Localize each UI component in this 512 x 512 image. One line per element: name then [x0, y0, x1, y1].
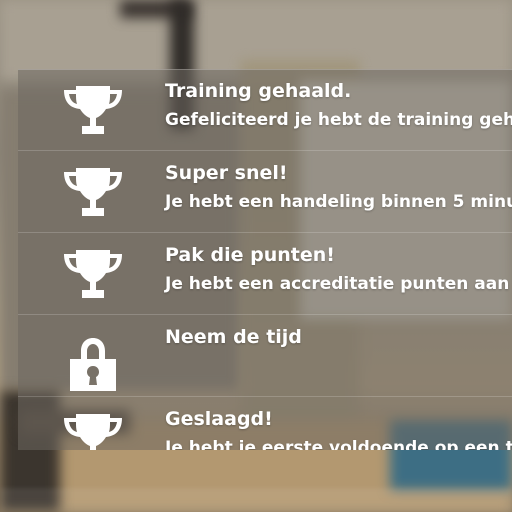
achievement-item[interactable]: Pak die punten! Je hebt een accreditatie…	[18, 234, 512, 315]
achievement-description: Je hebt je eerste voldoende op een t	[165, 438, 512, 450]
trophy-icon	[64, 86, 122, 134]
achievement-title: Pak die punten!	[165, 244, 335, 266]
achievement-description: Gefeliciteerd je hebt de training geh	[165, 110, 512, 130]
achievement-item[interactable]: Super snel! Je hebt een handeling binnen…	[18, 152, 512, 233]
trophy-icon	[64, 250, 122, 298]
achievement-item[interactable]: Geslaagd! Je hebt je eerste voldoende op…	[18, 398, 512, 450]
achievement-description: Je hebt een handeling binnen 5 minu	[165, 192, 512, 212]
trophy-icon	[64, 414, 122, 450]
achievement-title: Super snel!	[165, 162, 288, 184]
achievement-description: Je hebt een accreditatie punten aan	[165, 274, 510, 294]
achievement-item[interactable]: Training gehaald. Gefeliciteerd je hebt …	[18, 70, 512, 151]
trophy-icon	[64, 168, 122, 216]
achievement-item-locked[interactable]: Neem de tijd	[18, 316, 512, 397]
achievement-title: Training gehaald.	[165, 80, 352, 102]
achievement-title: Geslaagd!	[165, 408, 273, 430]
lock-icon	[70, 338, 116, 391]
achievements-panel[interactable]: Training gehaald. Gefeliciteerd je hebt …	[18, 69, 512, 450]
achievement-title: Neem de tijd	[165, 326, 302, 348]
